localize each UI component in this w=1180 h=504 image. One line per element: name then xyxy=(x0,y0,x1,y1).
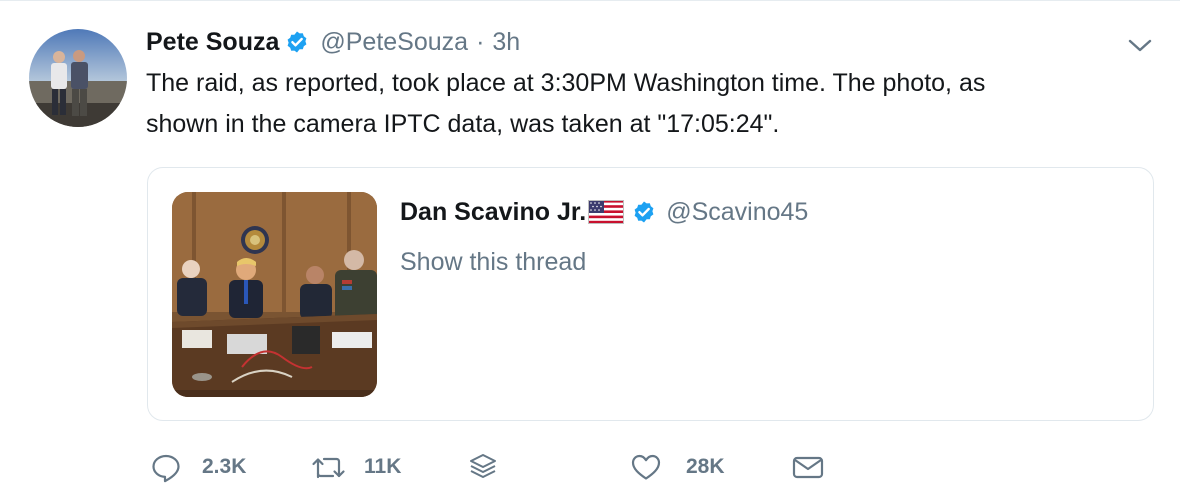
like-count: 28K xyxy=(686,455,725,478)
verified-badge-icon xyxy=(285,30,309,54)
chevron-down-icon xyxy=(1128,39,1152,52)
tweet: Pete Souza @PeteSouza · 3h The raid, as … xyxy=(0,0,1180,504)
avatar-photo-icon xyxy=(29,29,127,127)
retweet-count: 11K xyxy=(364,455,402,478)
stack-button[interactable] xyxy=(467,447,499,487)
situation-room-photo-icon xyxy=(172,192,377,397)
quoted-author-name[interactable]: Dan Scavino Jr. xyxy=(400,198,586,227)
direct-message-button[interactable] xyxy=(791,447,825,487)
tweet-text-line: shown in the camera IPTC data, was taken… xyxy=(146,110,780,138)
stack-icon xyxy=(470,454,496,478)
tweet-timestamp[interactable]: 3h xyxy=(492,28,520,57)
reply-count: 2.3K xyxy=(202,455,247,478)
verified-badge-icon xyxy=(632,200,656,224)
like-button[interactable]: 28K xyxy=(630,447,725,487)
quoted-author-handle[interactable]: @Scavino45 xyxy=(666,198,808,227)
quoted-tweet-header: Dan Scavino Jr. @Scavino45 xyxy=(400,194,808,230)
retweet-button[interactable]: 11K xyxy=(310,447,401,487)
separator-dot: · xyxy=(476,27,485,56)
author-name[interactable]: Pete Souza xyxy=(146,28,279,57)
tweet-text: The raid, as reported, took place at 3:3… xyxy=(146,63,1146,145)
author-handle[interactable]: @PeteSouza xyxy=(320,28,468,57)
tweet-text-line: The raid, as reported, took place at 3:3… xyxy=(146,69,986,97)
us-flag-icon xyxy=(588,200,625,224)
tweet-actions: 2.3K 11K 28K xyxy=(150,447,1150,487)
reply-icon xyxy=(152,454,180,483)
reply-button[interactable]: 2.3K xyxy=(150,447,246,487)
show-thread-link[interactable]: Show this thread xyxy=(400,248,586,277)
author-avatar[interactable] xyxy=(29,29,127,127)
retweet-icon xyxy=(312,457,345,479)
quoted-tweet-card[interactable]: Dan Scavino Jr. @Scavino45 Show this thr… xyxy=(147,167,1154,421)
envelope-icon xyxy=(792,456,824,479)
heart-icon xyxy=(631,454,661,480)
quoted-tweet-image[interactable] xyxy=(172,192,377,397)
tweet-header: Pete Souza @PeteSouza · 3h xyxy=(146,25,520,59)
tweet-menu-button[interactable] xyxy=(1125,33,1155,57)
